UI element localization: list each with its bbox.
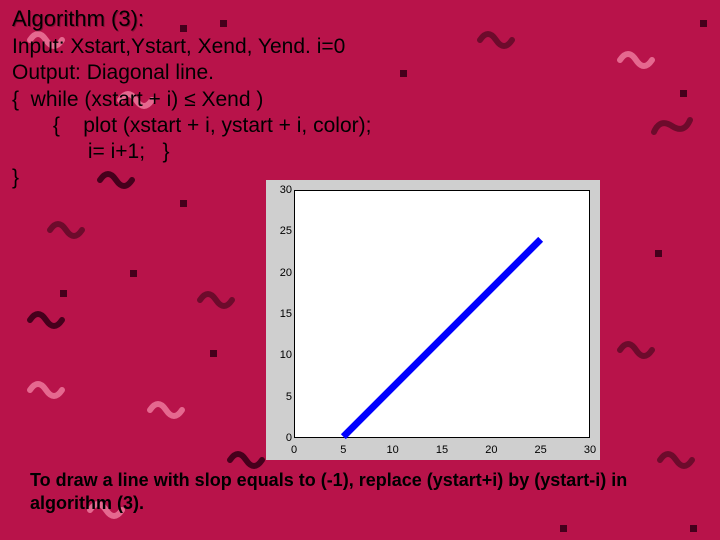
chart-ytick: 30: [268, 184, 292, 196]
algorithm-plot-line: { plot (xstart + i, ystart + i, color);: [12, 113, 708, 139]
footer-note: To draw a line with slop equals to (-1),…: [30, 469, 680, 514]
chart-line-series: [294, 190, 590, 486]
algorithm-increment-line: i= i+1; }: [12, 139, 708, 165]
algorithm-title: Algorithm (3):: [12, 6, 708, 32]
chart-xtick: 10: [387, 444, 399, 456]
chart-xtick: 15: [436, 444, 448, 456]
chart-xtick: 30: [584, 444, 596, 456]
chart-ytick: 15: [268, 308, 292, 320]
chart-ytick: 10: [268, 349, 292, 361]
chart-xtick: 0: [291, 444, 297, 456]
slide-content: Algorithm (3): Input: Xstart,Ystart, Xen…: [0, 0, 720, 198]
chart-ytick: 5: [268, 391, 292, 403]
chart-xtick: 25: [535, 444, 547, 456]
algorithm-output-line: Output: Diagonal line.: [12, 60, 708, 86]
chart-ytick: 20: [268, 267, 292, 279]
algorithm-while-line: { while (xstart + i) ≤ Xend ): [12, 87, 708, 113]
chart-xtick: 5: [340, 444, 346, 456]
chart-ytick: 25: [268, 225, 292, 237]
chart-xtick: 20: [485, 444, 497, 456]
algorithm-input-line: Input: Xstart,Ystart, Xend, Yend. i=0: [12, 34, 708, 60]
chart-panel: 0 5 10 15 20 25 30 0 5 10 15 20 25 30: [266, 180, 600, 460]
chart-ytick: 0: [268, 432, 292, 444]
